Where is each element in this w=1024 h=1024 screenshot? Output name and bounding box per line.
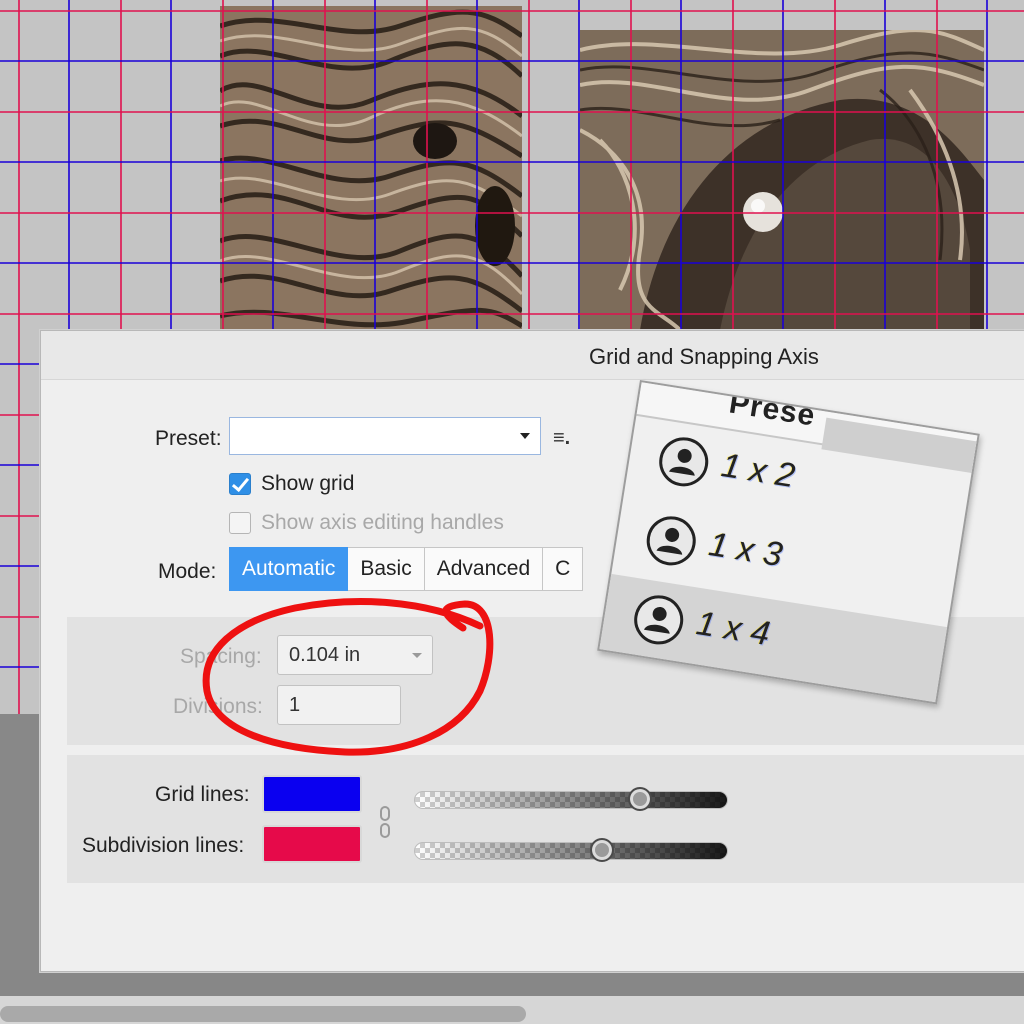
slider-thumb[interactable]: [628, 787, 653, 811]
preset-dropdown[interactable]: [229, 417, 541, 455]
preset-item-label: 1 x 2: [718, 446, 798, 496]
slider-track: [414, 791, 728, 809]
spacing-field[interactable]: 0.104 in: [277, 635, 433, 675]
grid-lines-color-swatch[interactable]: [262, 775, 362, 813]
preset-popup-menu: Prese 1 x 2 1 x 3 1 x 4: [597, 380, 980, 705]
person-circle-icon: [634, 595, 684, 645]
show-grid-checkbox[interactable]: [229, 473, 251, 495]
link-chain-icon[interactable]: [379, 805, 391, 839]
photo-driftwood-left: [220, 6, 522, 330]
grid-lines-label: Grid lines:: [155, 783, 250, 806]
spacing-value: 0.104 in: [289, 644, 361, 666]
preset-label: Preset:: [155, 427, 222, 450]
dialog-title: Grid and Snapping Axis: [589, 344, 819, 369]
show-grid-label: Show grid: [261, 472, 355, 495]
spacing-label: Spacing:: [180, 645, 262, 668]
mode-label: Mode:: [158, 560, 217, 583]
divisions-field[interactable]: 1: [277, 685, 401, 725]
dropdown-caret-icon: [520, 433, 530, 439]
photo-driftwood-right: [580, 30, 984, 330]
tab-custom[interactable]: C: [543, 547, 584, 591]
subdivision-lines-label: Subdivision lines:: [82, 834, 245, 857]
person-circle-icon: [659, 437, 709, 487]
person-circle-icon: [646, 516, 696, 566]
horizontal-scrollbar[interactable]: [0, 1006, 526, 1022]
divisions-label: Divisions:: [173, 695, 263, 718]
menu-icon[interactable]: ≡.: [553, 427, 570, 450]
tab-automatic[interactable]: Automatic: [229, 547, 349, 591]
slider-track: [414, 842, 728, 860]
subdivision-lines-opacity-slider[interactable]: [414, 838, 728, 862]
show-axis-handles-label: Show axis editing handles: [261, 511, 504, 534]
dropdown-caret-icon: [412, 653, 422, 658]
show-axis-handles-checkbox[interactable]: [229, 512, 251, 534]
line-colors-panel: [67, 755, 1024, 883]
mode-segmented-control: Automatic Basic Advanced C: [229, 547, 584, 591]
tab-advanced[interactable]: Advanced: [424, 547, 544, 591]
preset-item-label: 1 x 3: [706, 525, 786, 575]
tab-basic[interactable]: Basic: [348, 547, 425, 591]
preset-item-label: 1 x 4: [693, 604, 773, 654]
grid-lines-opacity-slider[interactable]: [414, 787, 728, 811]
divisions-value: 1: [289, 694, 301, 716]
dialog-titlebar[interactable]: Grid and Snapping Axis: [41, 331, 1024, 380]
subdivision-lines-color-swatch[interactable]: [262, 825, 362, 863]
